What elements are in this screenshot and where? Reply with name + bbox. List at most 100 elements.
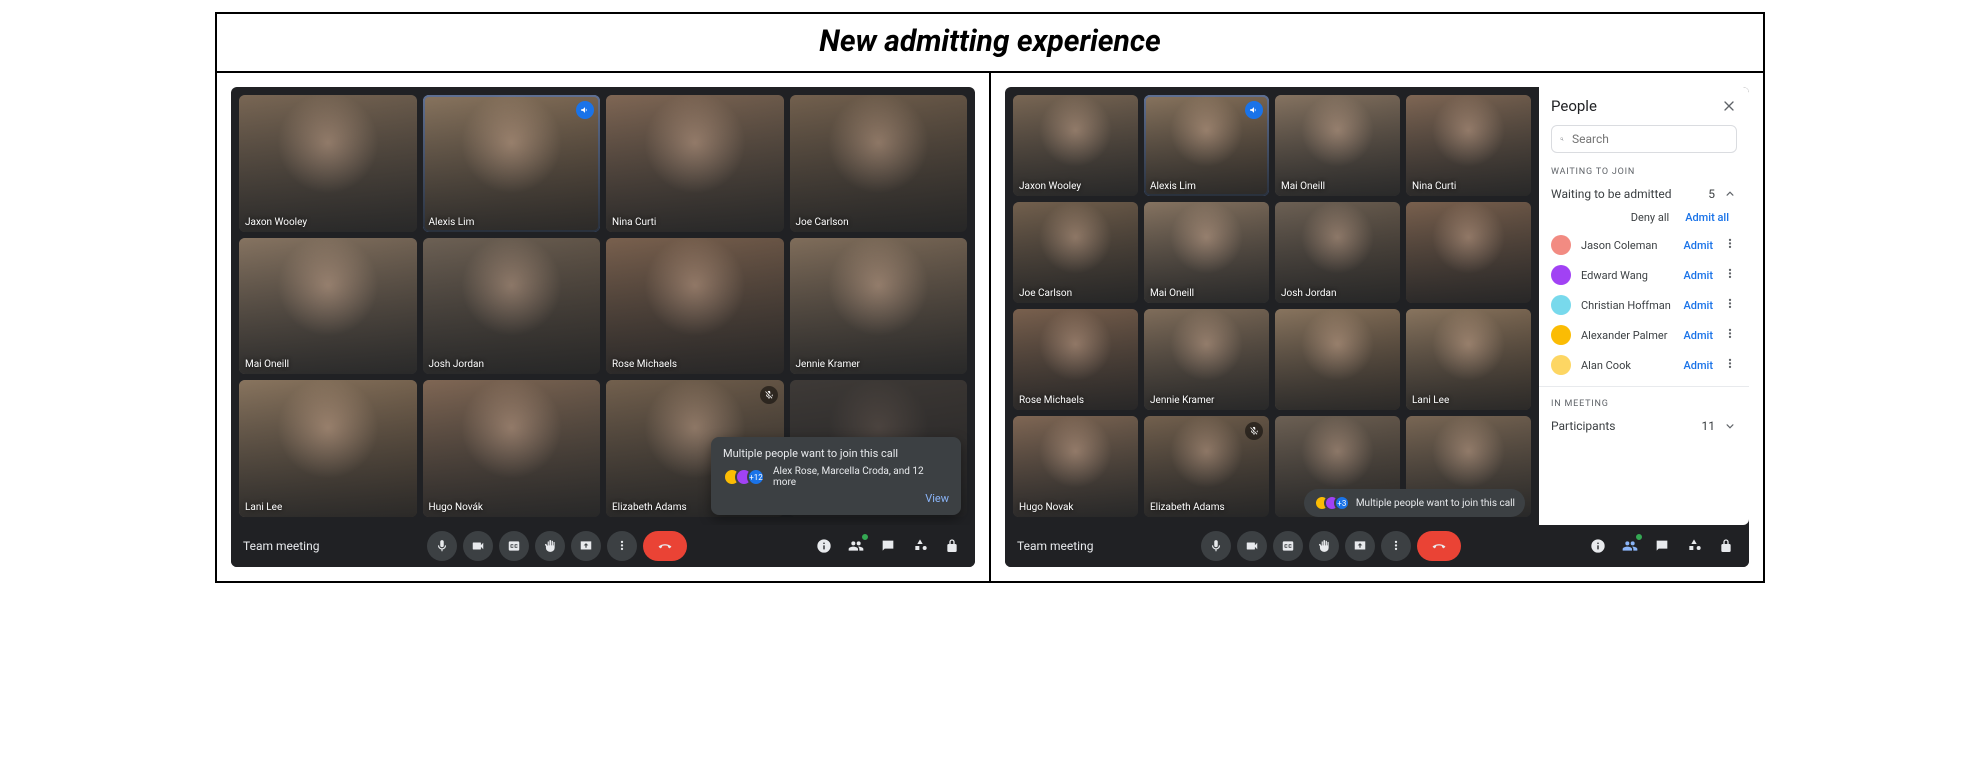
microphone-icon (435, 539, 449, 553)
camera-icon (1245, 539, 1259, 553)
pane-after: Jaxon WooleyAlexis LimMai OneillNina Cur… (991, 73, 1763, 581)
person-name: Edward Wang (1581, 269, 1673, 282)
present-button[interactable] (1345, 531, 1375, 561)
video-tile[interactable] (1275, 309, 1400, 410)
tile-name: Jaxon Wooley (245, 217, 307, 228)
admit-button[interactable]: Admit (1683, 269, 1713, 282)
video-tile[interactable]: Mai Oneill (239, 238, 417, 375)
video-tile[interactable]: Hugo Novák (423, 380, 601, 517)
person-more-button[interactable] (1723, 327, 1737, 344)
tile-name: Nina Curti (1412, 181, 1456, 192)
video-tile[interactable]: Lani Lee (1406, 309, 1531, 410)
people-button[interactable] (1619, 535, 1641, 557)
person-more-button[interactable] (1723, 297, 1737, 314)
people-icon (848, 538, 864, 554)
video-tile[interactable]: Jaxon Wooley (1013, 95, 1138, 196)
camera-button[interactable] (1237, 531, 1267, 561)
deny-all-button[interactable]: Deny all (1631, 211, 1669, 224)
video-tile[interactable]: Josh Jordan (1275, 202, 1400, 303)
raise-hand-button[interactable] (1309, 531, 1339, 561)
captions-icon (1281, 539, 1295, 553)
camera-button[interactable] (463, 531, 493, 561)
leave-call-button[interactable] (1417, 531, 1461, 561)
tile-name: Rose Michaels (612, 359, 677, 370)
tile-name: Nina Curti (612, 217, 656, 228)
mic-button[interactable] (427, 531, 457, 561)
activities-button[interactable] (1683, 535, 1705, 557)
toast-text: Multiple people want to join this call (1356, 498, 1515, 509)
captions-button[interactable] (499, 531, 529, 561)
person-more-button[interactable] (1723, 267, 1737, 284)
waiting-section-header[interactable]: Waiting to be admitted 5 (1539, 179, 1749, 209)
mic-button[interactable] (1201, 531, 1231, 561)
present-button[interactable] (571, 531, 601, 561)
search-icon (1560, 132, 1564, 146)
video-tile[interactable]: Joe Carlson (1013, 202, 1138, 303)
people-button[interactable] (845, 535, 867, 557)
video-tile[interactable]: Alexis Lim (1144, 95, 1269, 196)
chevron-down-icon (1723, 419, 1737, 433)
admit-button[interactable]: Admit (1683, 329, 1713, 342)
notification-dot (861, 533, 869, 541)
video-tile[interactable]: Nina Curti (1406, 95, 1531, 196)
video-tile[interactable]: Joe Carlson (790, 95, 968, 232)
tile-name: Lani Lee (1412, 395, 1449, 406)
video-tile[interactable] (1406, 202, 1531, 303)
video-tile[interactable]: Josh Jordan (423, 238, 601, 375)
search-input[interactable] (1572, 132, 1728, 146)
chat-button[interactable] (1651, 535, 1673, 557)
video-tile[interactable]: Alexis Lim (423, 95, 601, 232)
person-name: Alexander Palmer (1581, 329, 1673, 342)
admit-button[interactable]: Admit (1683, 299, 1713, 312)
person-name: Christian Hoffman (1581, 299, 1673, 312)
video-tile[interactable]: Lani Lee (239, 380, 417, 517)
admit-button[interactable]: Admit (1683, 359, 1713, 372)
waiting-person-row: Alexander Palmer Admit (1539, 320, 1749, 350)
info-icon (1590, 538, 1606, 554)
info-button[interactable] (813, 535, 835, 557)
video-tile[interactable]: Rose Michaels (606, 238, 784, 375)
host-controls-button[interactable] (941, 535, 963, 557)
person-more-button[interactable] (1723, 237, 1737, 254)
tile-name: Josh Jordan (429, 359, 485, 370)
host-controls-button[interactable] (1715, 535, 1737, 557)
captions-button[interactable] (1273, 531, 1303, 561)
speaking-indicator-icon (576, 101, 594, 119)
tile-name: Elizabeth Adams (612, 502, 687, 513)
video-tile[interactable]: Hugo Novak (1013, 416, 1138, 517)
video-tile[interactable]: Nina Curti (606, 95, 784, 232)
info-button[interactable] (1587, 535, 1609, 557)
tile-name: Mai Oneill (1150, 288, 1194, 299)
chat-button[interactable] (877, 535, 899, 557)
panes: Jaxon WooleyAlexis LimNina CurtiJoe Carl… (217, 73, 1763, 581)
toast-view-link[interactable]: View (723, 492, 949, 505)
people-icon (1622, 538, 1638, 554)
people-search[interactable] (1551, 125, 1737, 153)
video-tile[interactable]: Jennie Kramer (1144, 309, 1269, 410)
activities-button[interactable] (909, 535, 931, 557)
participants-count: 11 (1702, 419, 1716, 433)
video-tile[interactable]: Mai Oneill (1275, 95, 1400, 196)
join-request-toast-small[interactable]: +3 Multiple people want to join this cal… (1304, 489, 1525, 517)
admit-all-button[interactable]: Admit all (1685, 211, 1729, 224)
more-button[interactable] (1381, 531, 1411, 561)
video-tile[interactable]: Rose Michaels (1013, 309, 1138, 410)
pane-before: Jaxon Wooley Alexis Lim Nina Curti Joe Carl… (217, 73, 991, 581)
lock-icon (944, 538, 960, 554)
close-icon[interactable] (1721, 98, 1737, 114)
info-icon (816, 538, 832, 554)
people-panel: People WAITING TO JOIN Waiting to be adm… (1539, 87, 1749, 525)
participants-section-header[interactable]: Participants 11 (1539, 411, 1749, 441)
video-tile[interactable]: Elizabeth Adams (1144, 416, 1269, 517)
raise-hand-button[interactable] (535, 531, 565, 561)
tile-name: Jennie Kramer (796, 359, 860, 370)
person-more-button[interactable] (1723, 357, 1737, 374)
video-tile[interactable]: Jennie Kramer (790, 238, 968, 375)
leave-call-button[interactable] (643, 531, 687, 561)
more-button[interactable] (607, 531, 637, 561)
waiting-person-row: Christian Hoffman Admit (1539, 290, 1749, 320)
video-tile[interactable]: Mai Oneill (1144, 202, 1269, 303)
admit-button[interactable]: Admit (1683, 239, 1713, 252)
tile-name: Josh Jordan (1281, 288, 1337, 299)
video-tile[interactable]: Jaxon Wooley (239, 95, 417, 232)
